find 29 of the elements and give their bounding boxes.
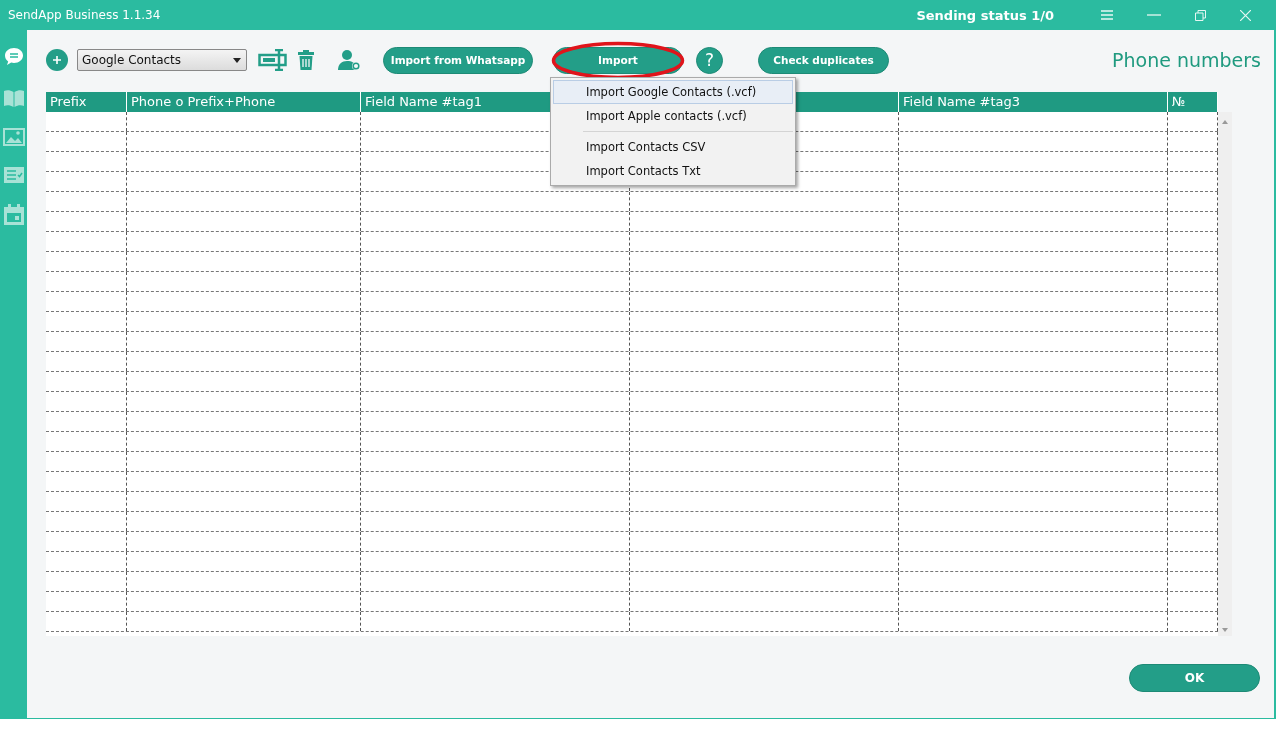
close-icon[interactable] <box>1240 9 1251 21</box>
menu-item[interactable]: Import Contacts CSV <box>553 135 793 159</box>
restore-icon[interactable] <box>1195 9 1206 21</box>
column-header: № <box>1172 94 1186 109</box>
add-icon[interactable] <box>46 49 68 71</box>
column-header: Field Name #tag3 <box>903 94 1021 109</box>
menu-item[interactable]: Import Contacts Txt <box>553 159 793 183</box>
menu-item[interactable]: Import Apple contacts (.vcf) <box>553 104 793 128</box>
column-header: Prefix <box>50 94 87 109</box>
menu-icon[interactable] <box>1101 10 1113 20</box>
caret-icon[interactable] <box>233 57 241 63</box>
scroll-down-icon[interactable] <box>1222 628 1228 632</box>
source-select[interactable]: Google Contacts <box>77 49 247 71</box>
menu-item[interactable]: Import Google Contacts (.vcf) <box>553 80 793 104</box>
chat-bubble-icon[interactable] <box>2 46 25 68</box>
window-title: SendApp Business 1.1.34 <box>8 8 162 22</box>
book-icon[interactable] <box>2 88 25 108</box>
calendar-icon[interactable] <box>2 204 25 226</box>
sending-status: Sending status 1/0 <box>916 7 1054 23</box>
column-header: Field Name #tag1 <box>365 94 483 109</box>
column-header: Phone o Prefix+Phone <box>131 94 276 109</box>
trash-icon[interactable] <box>297 49 315 71</box>
edit-field-icon[interactable] <box>258 49 288 71</box>
list-icon[interactable] <box>2 166 25 184</box>
page-heading: Phone numbers <box>1112 49 1261 71</box>
person-settings-icon[interactable] <box>338 49 362 71</box>
image-icon[interactable] <box>2 128 25 146</box>
scroll-up-icon[interactable] <box>1222 120 1228 124</box>
scrollbar[interactable] <box>1218 112 1232 636</box>
